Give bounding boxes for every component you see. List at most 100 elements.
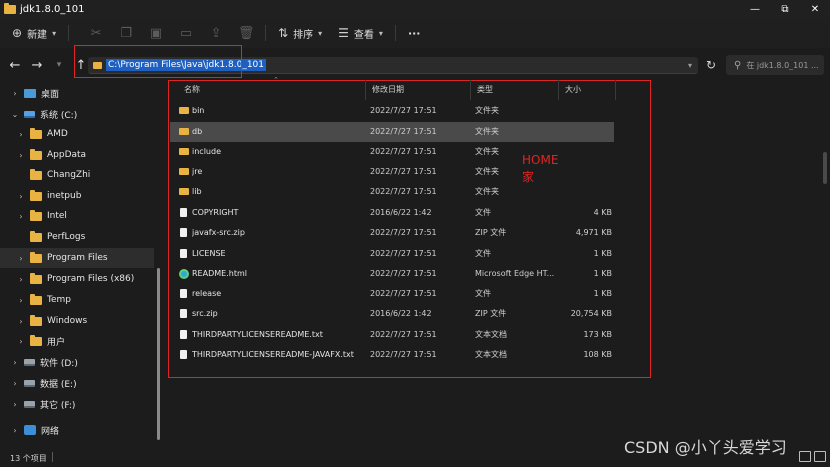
nav-item-drive-e[interactable]: › 数据 (E:) <box>0 373 154 393</box>
file-row[interactable]: COPYRIGHT 2016/6/22 1:42 文件 4 KB <box>170 203 614 223</box>
view-button[interactable]: ☰ 查看 ▾ <box>330 18 391 48</box>
file-size: 108 KB <box>583 350 612 359</box>
search-input[interactable] <box>746 60 823 70</box>
nav-item-label: 数据 (E:) <box>40 379 77 390</box>
nav-item-network[interactable]: › 网络 <box>0 420 154 440</box>
nav-item-drive-f[interactable]: › 其它 (F:) <box>0 394 154 414</box>
chevron-right-icon[interactable]: › <box>16 151 26 160</box>
chevron-right-icon[interactable]: › <box>16 192 26 201</box>
file-date: 2022/7/27 17:51 <box>370 228 437 237</box>
chevron-down-icon: ▾ <box>52 28 57 38</box>
details-view-icon[interactable] <box>799 451 811 462</box>
cut-icon[interactable]: ✂ <box>81 26 111 41</box>
home-annotation: HOME 家 <box>522 152 558 186</box>
chevron-right-icon[interactable]: › <box>16 212 26 221</box>
nav-item-label: Program Files (x86) <box>47 274 135 284</box>
nav-item-label: Temp <box>47 295 71 305</box>
folder-icon <box>30 148 42 160</box>
search-box[interactable]: ⚲ <box>726 55 824 75</box>
nav-item-label: 软件 (D:) <box>40 358 78 369</box>
new-button[interactable]: ⊕ 新建 ▾ <box>4 18 64 48</box>
file-row[interactable]: README.html 2022/7/27 17:51 Microsoft Ed… <box>170 264 614 284</box>
minimize-button[interactable]: — <box>740 0 770 18</box>
home-annotation-line2: 家 <box>522 170 535 184</box>
address-path[interactable]: C:\Program Files\Java\jdk1.8.0_101 <box>106 59 267 71</box>
chevron-down-icon[interactable]: ▾ <box>688 61 692 70</box>
paste-icon[interactable]: ▣ <box>141 26 171 41</box>
close-button[interactable]: ✕ <box>800 0 830 18</box>
chevron-right-icon[interactable]: › <box>10 89 20 98</box>
share-icon[interactable]: ⇪ <box>201 26 231 41</box>
folder-icon <box>179 128 189 135</box>
refresh-icon[interactable]: ↻ <box>702 56 720 74</box>
column-header-size[interactable]: 大小 <box>558 80 616 100</box>
chevron-right-icon[interactable]: › <box>16 130 26 139</box>
file-type: 文本文档 <box>475 330 507 339</box>
maximize-button[interactable]: ⧉ <box>770 0 800 18</box>
chevron-right-icon[interactable]: › <box>10 400 20 409</box>
chevron-down-icon[interactable]: ⌄ <box>10 110 20 119</box>
address-bar[interactable]: C:\Program Files\Java\jdk1.8.0_101 ▾ <box>88 57 698 74</box>
more-icon: ··· <box>407 26 421 40</box>
folder-icon <box>30 272 42 284</box>
more-button[interactable]: ··· <box>400 18 429 48</box>
file-date: 2022/7/27 17:51 <box>370 269 437 278</box>
column-header-type[interactable]: 类型 <box>470 80 558 100</box>
zip-file-icon <box>180 228 187 237</box>
chevron-right-icon[interactable]: › <box>10 358 20 367</box>
file-row[interactable]: release 2022/7/27 17:51 文件 1 KB <box>170 284 614 304</box>
file-row[interactable]: THIRDPARTYLICENSEREADME.txt 2022/7/27 17… <box>170 325 614 345</box>
file-row[interactable]: THIRDPARTYLICENSEREADME-JAVAFX.txt 2022/… <box>170 345 614 365</box>
nav-item-drive-d[interactable]: › 软件 (D:) <box>0 352 154 372</box>
file-row[interactable]: db 2022/7/27 17:51 文件夹 <box>170 122 614 142</box>
nav-item-appdata[interactable]: › AppData <box>0 145 154 165</box>
title-bar: jdk1.8.0_101 — ⧉ ✕ <box>0 0 830 18</box>
column-header-date[interactable]: 修改日期 <box>365 80 470 100</box>
nav-item-desktop[interactable]: › 桌面 <box>0 83 154 103</box>
chevron-right-icon[interactable]: › <box>16 337 26 346</box>
file-type: 文件 <box>475 289 491 298</box>
file-row[interactable]: LICENSE 2022/7/27 17:51 文件 1 KB <box>170 244 614 264</box>
file-size <box>556 142 612 162</box>
nav-item-inetpub[interactable]: › inetpub <box>0 186 154 206</box>
forward-arrow-icon[interactable]: → <box>26 58 48 73</box>
rename-icon[interactable]: ▭ <box>171 26 201 41</box>
chevron-right-icon[interactable]: › <box>16 254 26 263</box>
file-row[interactable]: javafx-src.zip 2022/7/27 17:51 ZIP 文件 4,… <box>170 223 614 243</box>
nav-item-users[interactable]: › 用户 <box>0 331 154 351</box>
column-header-name[interactable]: 名称 <box>178 80 366 100</box>
nav-item-perflogs[interactable]: PerfLogs <box>0 227 154 247</box>
nav-item-temp[interactable]: › Temp <box>0 290 154 310</box>
recent-chevron-icon[interactable]: ▾ <box>48 60 70 70</box>
nav-item-intel[interactable]: › Intel <box>0 206 154 226</box>
nav-item-changzhi[interactable]: ChangZhi <box>0 165 154 185</box>
nav-item-drive-c[interactable]: ⌄ 系统 (C:) <box>0 104 154 124</box>
nav-item-label: Program Files <box>47 253 108 263</box>
content-scrollbar[interactable] <box>823 152 827 184</box>
chevron-right-icon[interactable]: › <box>10 426 20 435</box>
nav-scrollbar[interactable] <box>157 268 160 440</box>
chevron-right-icon[interactable]: › <box>10 379 20 388</box>
text-file-icon <box>180 330 187 339</box>
folder-icon <box>30 334 42 346</box>
file-name: bin <box>192 106 205 115</box>
copy-icon[interactable]: ❐ <box>111 26 141 41</box>
sort-button[interactable]: ⇅ 排序 ▾ <box>270 18 330 48</box>
delete-icon[interactable]: 🗑 <box>231 26 261 41</box>
nav-item-program-files[interactable]: › Program Files <box>0 248 154 268</box>
chevron-right-icon[interactable]: › <box>16 317 26 326</box>
nav-item-amd[interactable]: › AMD <box>0 124 154 144</box>
back-arrow-icon[interactable]: ← <box>4 58 26 73</box>
folder-icon <box>30 251 42 263</box>
chevron-right-icon[interactable]: › <box>16 275 26 284</box>
file-row[interactable]: bin 2022/7/27 17:51 文件夹 <box>170 101 614 121</box>
nav-item-windows[interactable]: › Windows <box>0 311 154 331</box>
chevron-right-icon[interactable]: › <box>16 296 26 305</box>
folder-icon <box>4 2 16 14</box>
folder-icon <box>179 107 189 114</box>
file-type: 文件 <box>475 249 491 258</box>
nav-item-program-files-x86[interactable]: › Program Files (x86) <box>0 269 154 289</box>
file-row[interactable]: src.zip 2016/6/22 1:42 ZIP 文件 20,754 KB <box>170 304 614 324</box>
file-size <box>556 162 612 182</box>
tiles-view-icon[interactable] <box>814 451 826 462</box>
